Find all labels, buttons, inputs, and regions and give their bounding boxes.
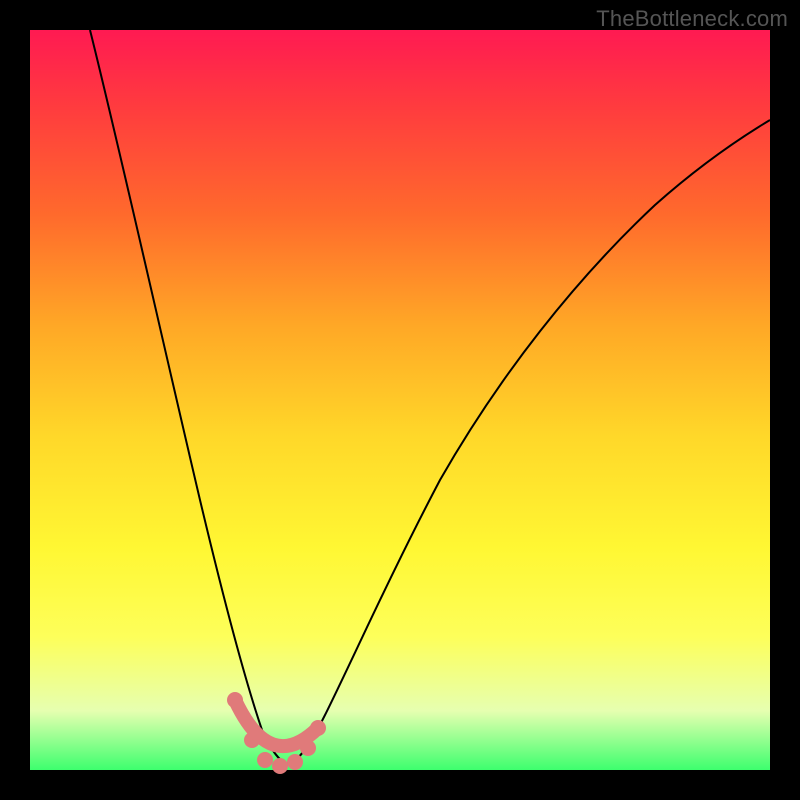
marker-group bbox=[227, 692, 326, 774]
curve-left bbox=[90, 30, 288, 764]
curve-right bbox=[288, 120, 770, 764]
marker-dot bbox=[272, 758, 288, 774]
marker-dot bbox=[287, 754, 303, 770]
chart-svg bbox=[30, 30, 770, 770]
watermark-text: TheBottleneck.com bbox=[596, 6, 788, 32]
marker-dot bbox=[257, 752, 273, 768]
